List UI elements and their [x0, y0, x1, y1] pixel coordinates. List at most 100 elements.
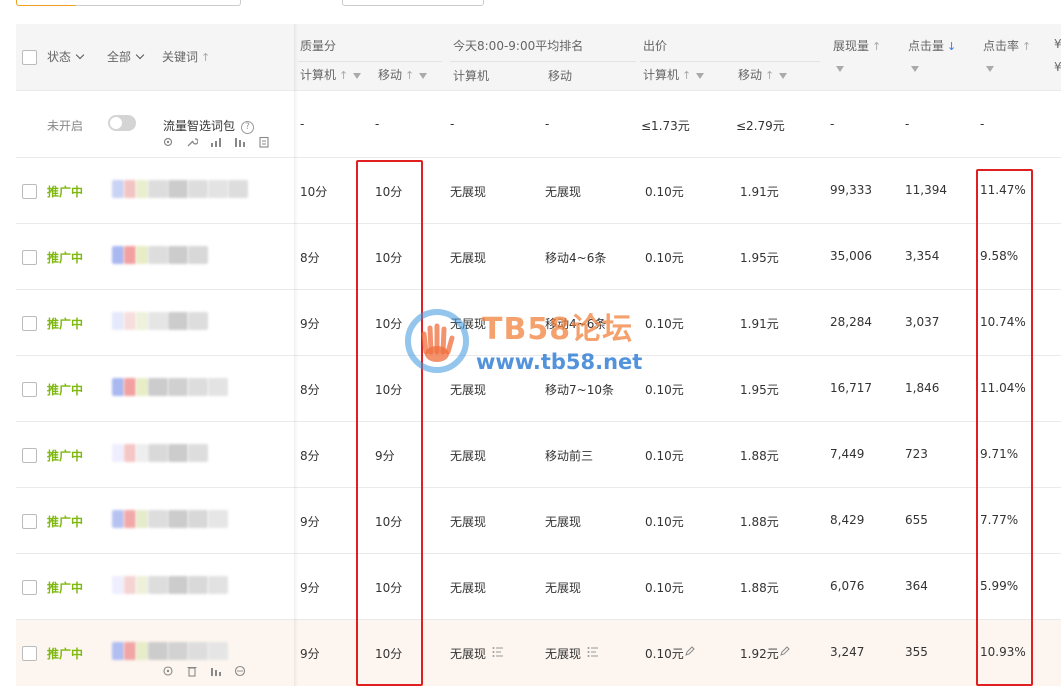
cell-q-pc: 9分 [300, 317, 320, 331]
column-chart-icon[interactable] [234, 136, 246, 148]
cell-impressions: 99,333 [830, 183, 872, 197]
row-status: 推广中 [47, 581, 84, 595]
status-filter[interactable]: 状态 [47, 48, 85, 65]
rank-detail-icon[interactable] [492, 646, 504, 658]
sort-up-icon[interactable]: ↑ [405, 69, 414, 82]
edit-bid-icon[interactable] [780, 646, 790, 656]
delete-icon[interactable] [186, 665, 198, 677]
cell-rank-pc: 无展现 [450, 647, 487, 661]
settings-icon[interactable] [162, 136, 174, 148]
cell-bid-pc: 0.10元 [645, 383, 684, 397]
chevron-down-icon [75, 50, 85, 60]
row-checkbox[interactable] [22, 316, 37, 331]
wrench-icon[interactable] [186, 136, 198, 148]
filter-icon[interactable] [353, 72, 362, 79]
cell-bid-mobile: 1.92元 [740, 647, 779, 661]
row-checkbox[interactable] [22, 646, 37, 661]
keyword-redacted [124, 642, 136, 660]
keyword-redacted [136, 246, 148, 264]
cell-q-pc: 8分 [300, 449, 320, 463]
keyword-redacted [168, 444, 188, 462]
keyword-redacted [112, 312, 124, 330]
keyword-redacted [228, 180, 248, 198]
status-header-label: 状态 [47, 50, 72, 64]
cell-bid-mobile: 1.88元 [740, 515, 779, 529]
quality-header: 质量分 [300, 39, 337, 53]
sort-up-icon[interactable]: ↑ [765, 69, 774, 82]
cell-clicks: 1,846 [905, 381, 940, 395]
help-icon[interactable]: ? [241, 121, 255, 134]
keyword-redacted [136, 378, 148, 396]
row-status: 推广中 [47, 251, 84, 265]
all-filter-label: 全部 [107, 50, 132, 64]
tab-first[interactable] [16, 0, 78, 6]
row-checkbox[interactable] [22, 382, 37, 397]
cell-clicks: 3,354 [905, 249, 940, 263]
keyword-redacted [188, 642, 208, 660]
bundle-name: 流量智选词包? [163, 117, 255, 134]
cell-rank-pc: 无展现 [450, 581, 487, 595]
filter-icon[interactable] [986, 66, 994, 72]
keyword-redacted [148, 642, 168, 660]
clicks-header[interactable]: 点击量 ↓ [908, 37, 956, 54]
cell-rank-pc: 无展现 [450, 449, 487, 463]
filter-icon[interactable] [911, 66, 919, 72]
keyword-redacted [208, 510, 228, 528]
report-icon[interactable] [258, 136, 270, 148]
locate-icon[interactable] [162, 665, 174, 677]
ctr-label: 点击率 [983, 39, 1020, 53]
keyword-redacted [188, 510, 208, 528]
quality-pc-header[interactable]: 计算机 ↑ [300, 66, 362, 83]
filter-icon[interactable] [696, 72, 705, 79]
keyword-header[interactable]: 关键词 ↑ [162, 48, 210, 65]
select-all-checkbox[interactable] [22, 50, 37, 65]
keyword-redacted [168, 246, 188, 264]
keyword-redacted [148, 312, 168, 330]
impressions-label: 展现量 [833, 39, 870, 53]
filter-icon[interactable] [836, 66, 844, 72]
cell-rank-pc: 无展现 [450, 383, 487, 397]
clicks-label: 点击量 [908, 39, 945, 53]
filter-icon[interactable] [779, 72, 788, 79]
sort-up-icon[interactable]: ↑ [201, 51, 210, 64]
row-checkbox[interactable] [22, 448, 37, 463]
more-icon[interactable] [234, 665, 246, 677]
filter-icon[interactable] [419, 72, 428, 79]
sort-up-icon[interactable]: ↑ [872, 40, 881, 53]
watermark-title: TB58论坛 [482, 312, 634, 347]
row-checkbox[interactable] [22, 514, 37, 529]
cell-bid-mobile: 1.91元 [740, 317, 779, 331]
bundle-rank-mobile: - [545, 117, 550, 131]
keyword-redacted [188, 378, 208, 396]
cell-clicks: 11,394 [905, 183, 947, 197]
row-checkbox[interactable] [22, 250, 37, 265]
bar-chart-icon[interactable] [210, 136, 222, 148]
cell-q-pc: 8分 [300, 251, 320, 265]
impressions-header[interactable]: 展现量 ↑ [833, 37, 881, 54]
group-divider [450, 61, 636, 62]
bid-pc-header[interactable]: 计算机 ↑ [643, 66, 705, 83]
chart-icon[interactable] [210, 665, 222, 677]
row-checkbox[interactable] [22, 580, 37, 595]
tab-third[interactable] [152, 0, 241, 6]
cell-q-pc: 9分 [300, 647, 320, 661]
keyword-redacted [148, 378, 168, 396]
rank-detail-icon[interactable] [587, 646, 599, 658]
all-filter[interactable]: 全部 [107, 48, 145, 65]
tab-second[interactable] [76, 0, 153, 6]
quality-mobile-header[interactable]: 移动 ↑ [378, 66, 428, 83]
bundle-toggle[interactable] [108, 115, 136, 131]
cell-rank-pc: 无展现 [450, 251, 487, 265]
keyword-redacted [112, 642, 124, 660]
ctr-header[interactable]: 点击率 ↑ [983, 37, 1031, 54]
sort-up-icon[interactable]: ↑ [339, 69, 348, 82]
sort-down-icon[interactable]: ↓ [947, 40, 956, 53]
keyword-redacted [124, 444, 136, 462]
bid-mobile-header[interactable]: 移动 ↑ [738, 66, 788, 83]
toolbar-button[interactable] [342, 0, 484, 6]
keyword-redacted [208, 642, 228, 660]
edit-bid-icon[interactable] [685, 646, 695, 656]
row-checkbox[interactable] [22, 184, 37, 199]
sort-up-icon[interactable]: ↑ [1022, 40, 1031, 53]
sort-up-icon[interactable]: ↑ [682, 69, 691, 82]
